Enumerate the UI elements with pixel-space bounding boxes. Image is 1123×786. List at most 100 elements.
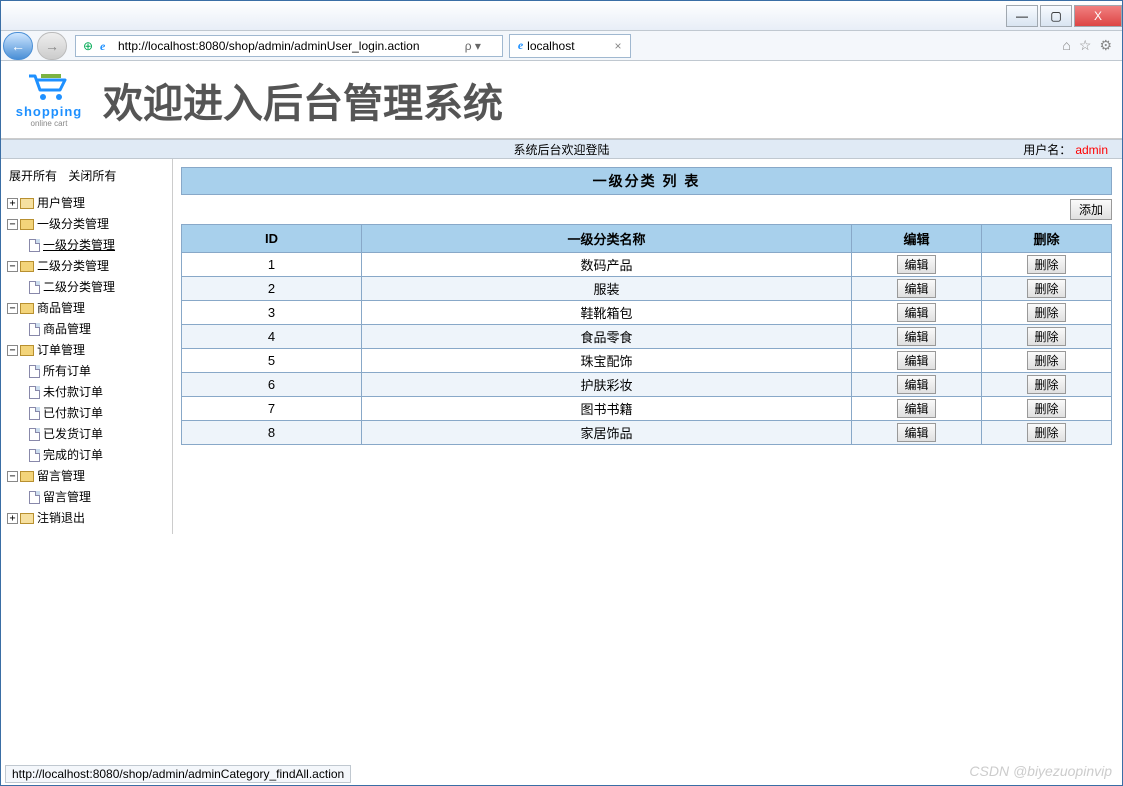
close-window-button[interactable]: X xyxy=(1074,5,1122,27)
folder-icon xyxy=(20,261,34,272)
edit-button[interactable]: 编辑 xyxy=(897,327,935,346)
nav-tree: +用户管理−一级分类管理一级分类管理−二级分类管理二级分类管理−商品管理商品管理… xyxy=(5,192,168,528)
table-row: 2服装 编辑 删除 xyxy=(182,277,1112,301)
collapse-all-link[interactable]: 关闭所有 xyxy=(68,169,116,183)
tree-label: 商品管理 xyxy=(37,301,85,315)
table-row: 3鞋靴箱包 编辑 删除 xyxy=(182,301,1112,325)
collapse-icon[interactable]: − xyxy=(7,471,18,482)
table-row: 4食品零食编辑删除 xyxy=(182,325,1112,349)
tree-leaf[interactable]: 已付款订单 xyxy=(5,402,168,423)
collapse-icon[interactable]: − xyxy=(7,345,18,356)
tree-label: 注销退出 xyxy=(37,511,85,525)
cell-id: 6 xyxy=(182,373,362,397)
table-row: 1数码产品 编辑 删除 xyxy=(182,253,1112,277)
tree-leaf-label: 所有订单 xyxy=(43,364,91,378)
delete-button[interactable]: 删除 xyxy=(1027,423,1065,442)
category-table: ID 一级分类名称 编辑 删除 1数码产品编辑删除2服装编辑删除3鞋靴箱包编辑删… xyxy=(181,224,1112,445)
collapse-icon[interactable]: − xyxy=(7,219,18,230)
expand-icon[interactable]: + xyxy=(7,198,18,209)
delete-button[interactable]: 删除 xyxy=(1027,351,1065,370)
page-icon xyxy=(29,239,40,252)
cell-name: 家居饰品 xyxy=(362,421,852,445)
cell-name: 鞋靴箱包 xyxy=(362,301,852,325)
back-button[interactable]: ← xyxy=(3,32,33,60)
edit-button[interactable]: 编辑 xyxy=(897,375,935,394)
tab-title: localhost xyxy=(527,39,574,53)
expand-all-link[interactable]: 展开所有 xyxy=(9,169,57,183)
folder-icon xyxy=(20,345,34,356)
expand-icon[interactable]: + xyxy=(7,513,18,524)
delete-button[interactable]: 删除 xyxy=(1027,255,1065,274)
delete-button[interactable]: 删除 xyxy=(1027,279,1065,298)
cell-id: 2 xyxy=(182,277,362,301)
tree-leaf-label: 未付款订单 xyxy=(43,385,103,399)
tree-leaf[interactable]: 未付款订单 xyxy=(5,381,168,402)
edit-button[interactable]: 编辑 xyxy=(897,255,935,274)
security-shield-icon: ⊕ xyxy=(80,38,96,54)
tree-leaf[interactable]: 商品管理 xyxy=(5,318,168,339)
browser-tab[interactable]: e localhost × xyxy=(509,34,631,58)
home-icon[interactable]: ⌂ xyxy=(1062,37,1070,54)
edit-button[interactable]: 编辑 xyxy=(897,351,935,370)
cell-name: 食品零食 xyxy=(362,325,852,349)
minimize-button[interactable]: — xyxy=(1006,5,1038,27)
page-icon xyxy=(29,323,40,336)
cell-id: 1 xyxy=(182,253,362,277)
add-button[interactable]: 添加 xyxy=(1070,199,1112,220)
table-row: 7图书书籍编辑删除 xyxy=(182,397,1112,421)
delete-button[interactable]: 删除 xyxy=(1027,399,1065,418)
url-input[interactable] xyxy=(118,39,448,53)
tree-leaf-label: 已付款订单 xyxy=(43,406,103,420)
cell-name: 数码产品 xyxy=(362,253,852,277)
delete-button[interactable]: 删除 xyxy=(1027,375,1065,394)
col-delete: 删除 xyxy=(982,225,1112,253)
tree-leaf[interactable]: 一级分类管理 xyxy=(5,234,168,255)
logo-subtext: online cart xyxy=(9,119,89,128)
tree-label: 留言管理 xyxy=(37,469,85,483)
tree-leaf-label: 二级分类管理 xyxy=(43,280,115,294)
edit-button[interactable]: 编辑 xyxy=(897,423,935,442)
tree-node[interactable]: −一级分类管理 xyxy=(5,213,168,234)
cart-icon xyxy=(27,72,71,102)
logo: shopping online cart xyxy=(9,72,89,128)
toolbar-icons: ⌂ ☆ ⚙ xyxy=(1062,37,1112,54)
edit-button[interactable]: 编辑 xyxy=(897,399,935,418)
settings-icon[interactable]: ⚙ xyxy=(1099,37,1112,54)
search-refresh-icon[interactable]: ρ ▾ xyxy=(448,39,498,53)
cell-name: 服装 xyxy=(362,277,852,301)
tree-node[interactable]: + 注销退出 xyxy=(5,507,168,528)
maximize-button[interactable]: ▢ xyxy=(1040,5,1072,27)
tree-leaf[interactable]: 完成的订单 xyxy=(5,444,168,465)
folder-icon xyxy=(20,303,34,314)
tree-node[interactable]: +用户管理 xyxy=(5,192,168,213)
edit-button[interactable]: 编辑 xyxy=(897,303,935,322)
collapse-icon[interactable]: − xyxy=(7,303,18,314)
table-row: 5珠宝配饰编辑删除 xyxy=(182,349,1112,373)
page-icon xyxy=(29,365,40,378)
tree-leaf[interactable]: 已发货订单 xyxy=(5,423,168,444)
user-label: 用户名：admin xyxy=(1023,141,1108,158)
forward-button[interactable]: → xyxy=(37,32,67,60)
col-id: ID xyxy=(182,225,362,253)
delete-button[interactable]: 删除 xyxy=(1027,327,1065,346)
tree-leaf[interactable]: 所有订单 xyxy=(5,360,168,381)
tree-node[interactable]: −订单管理 xyxy=(5,339,168,360)
delete-button[interactable]: 删除 xyxy=(1027,303,1065,322)
browser-window: — ▢ X ← → ⊕ e ρ ▾ e localhost × ⌂ ☆ ⚙ xyxy=(0,0,1123,786)
tree-leaf[interactable]: 二级分类管理 xyxy=(5,276,168,297)
cell-id: 3 xyxy=(182,301,362,325)
collapse-icon[interactable]: − xyxy=(7,261,18,272)
address-bar[interactable]: ⊕ e ρ ▾ xyxy=(75,35,503,57)
tree-node[interactable]: −二级分类管理 xyxy=(5,255,168,276)
tree-node[interactable]: − 留言管理 xyxy=(5,465,168,486)
favorites-icon[interactable]: ☆ xyxy=(1079,37,1092,54)
tree-node[interactable]: − 商品管理 xyxy=(5,297,168,318)
window-titlebar: — ▢ X xyxy=(1,1,1122,31)
cell-name: 珠宝配饰 xyxy=(362,349,852,373)
username: admin xyxy=(1075,143,1108,157)
tree-leaf-label: 留言管理 xyxy=(43,490,91,504)
page-icon xyxy=(29,407,40,420)
tree-leaf[interactable]: 留言管理 xyxy=(5,486,168,507)
close-tab-icon[interactable]: × xyxy=(615,39,622,53)
edit-button[interactable]: 编辑 xyxy=(897,279,935,298)
